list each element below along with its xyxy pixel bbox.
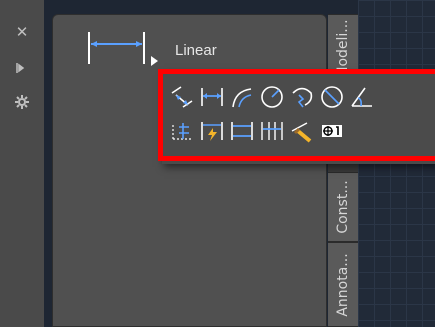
tolerance-icon[interactable] <box>318 118 346 144</box>
continue-icon[interactable] <box>258 118 286 144</box>
radius-icon[interactable] <box>258 84 286 110</box>
ordinate-icon[interactable] <box>168 118 196 144</box>
quick-dimension-icon[interactable] <box>198 118 226 144</box>
diameter-icon[interactable] <box>318 84 346 110</box>
flyout-arrow-icon[interactable] <box>151 56 158 66</box>
tab-constraints[interactable]: Const... <box>328 172 358 242</box>
arc-length-icon[interactable] <box>228 84 256 110</box>
baseline-icon[interactable] <box>228 118 256 144</box>
jogged-icon[interactable] <box>288 84 316 110</box>
tab-annotation[interactable]: Annota... <box>328 242 358 327</box>
linear-tool-label[interactable]: Linear <box>175 42 217 59</box>
palette-title-bar: ✕ <box>0 0 44 327</box>
dimension-flyout <box>162 72 435 164</box>
angular-icon[interactable] <box>348 84 376 110</box>
properties-icon[interactable] <box>14 94 30 110</box>
palette-tab-strip: Modeli... Const... Annota... <box>328 14 358 327</box>
aligned-dimension-icon[interactable] <box>168 84 196 110</box>
linear-dimension-icon[interactable] <box>198 84 226 110</box>
dimension-style-icon[interactable] <box>288 118 316 144</box>
linear-dimension-icon[interactable] <box>86 30 150 66</box>
auto-hide-icon[interactable] <box>14 60 30 76</box>
close-icon[interactable]: ✕ <box>14 24 30 40</box>
